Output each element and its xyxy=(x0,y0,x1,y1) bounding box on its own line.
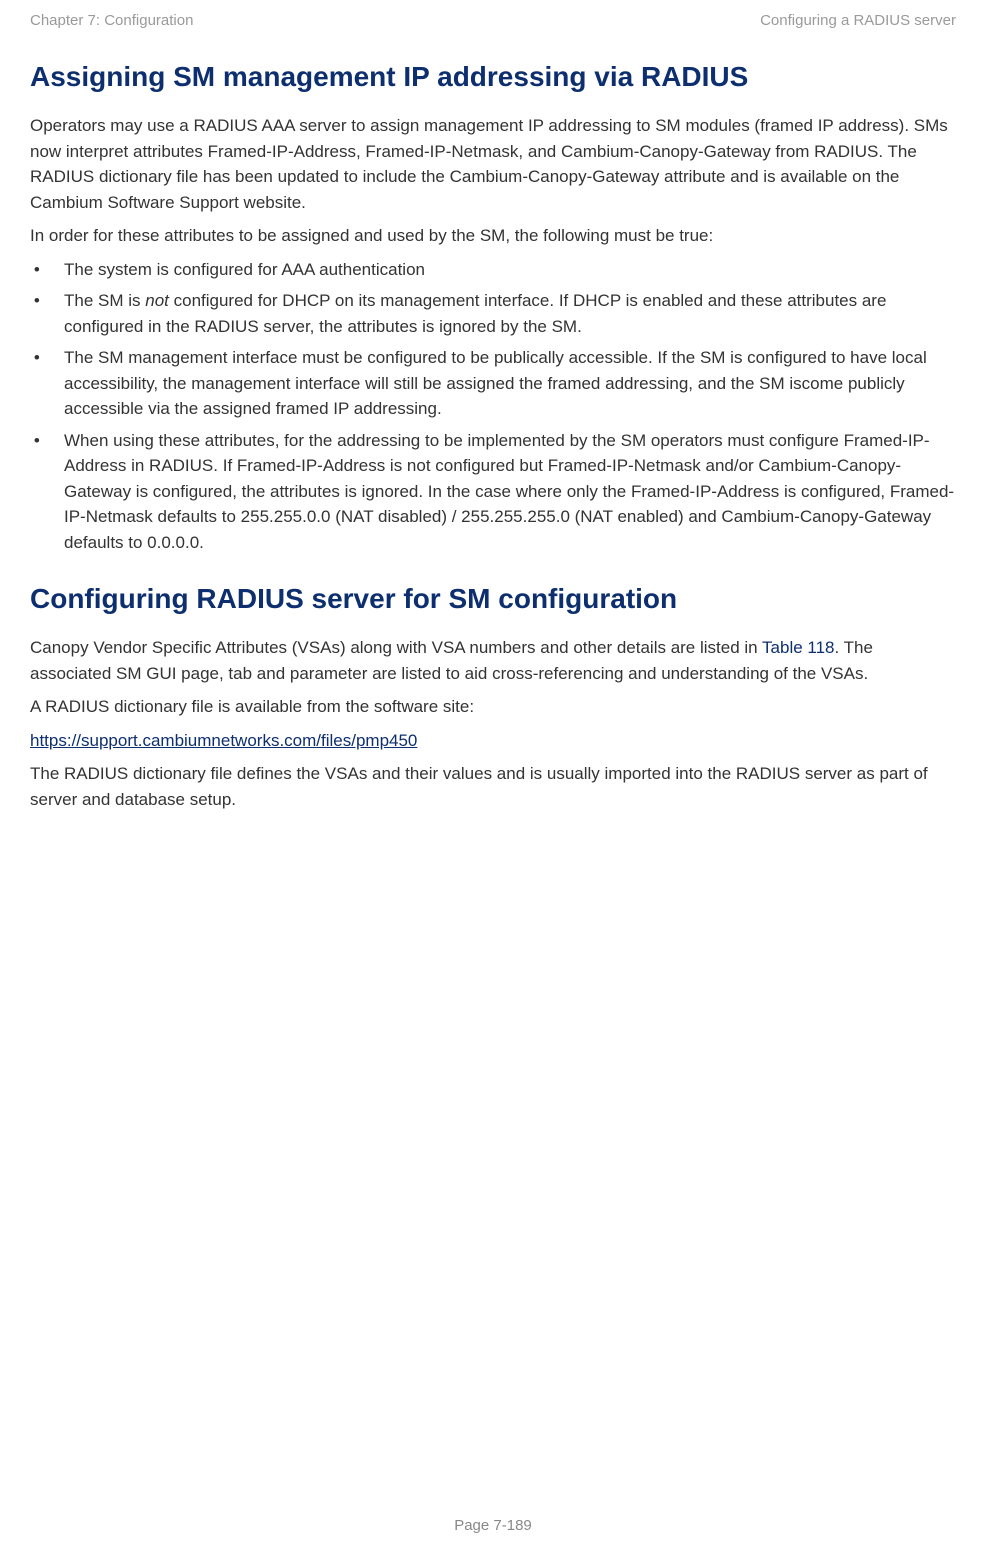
list-item: The SM management interface must be conf… xyxy=(54,345,956,422)
section2-title: Configuring RADIUS server for SM configu… xyxy=(30,583,956,615)
table-reference[interactable]: Table 118 xyxy=(762,638,834,657)
bullet-text-pre: The SM is xyxy=(64,291,145,310)
document-page: Chapter 7: Configuration Configuring a R… xyxy=(0,0,986,1554)
header-right: Configuring a RADIUS server xyxy=(760,12,956,29)
section2-para3: The RADIUS dictionary file defines the V… xyxy=(30,761,956,812)
page-footer: Page 7-189 xyxy=(0,1517,986,1534)
bullet-text-post: configured for DHCP on its management in… xyxy=(64,291,886,336)
support-link[interactable]: https://support.cambiumnetworks.com/file… xyxy=(30,731,417,750)
section1-para2: In order for these attributes to be assi… xyxy=(30,223,956,249)
running-header: Chapter 7: Configuration Configuring a R… xyxy=(30,12,956,29)
header-left: Chapter 7: Configuration xyxy=(30,12,193,29)
para1-pre: Canopy Vendor Specific Attributes (VSAs)… xyxy=(30,638,762,657)
section2-link-para: https://support.cambiumnetworks.com/file… xyxy=(30,728,956,754)
section2-para2: A RADIUS dictionary file is available fr… xyxy=(30,694,956,720)
list-item: The system is configured for AAA authent… xyxy=(54,257,956,283)
section1-para1: Operators may use a RADIUS AAA server to… xyxy=(30,113,956,215)
bullet-text-italic: not xyxy=(145,291,169,310)
section1-bullet-list: The system is configured for AAA authent… xyxy=(30,257,956,556)
list-item: The SM is not configured for DHCP on its… xyxy=(54,288,956,339)
section1-title: Assigning SM management IP addressing vi… xyxy=(30,61,956,93)
list-item: When using these attributes, for the add… xyxy=(54,428,956,556)
section2-para1: Canopy Vendor Specific Attributes (VSAs)… xyxy=(30,635,956,686)
